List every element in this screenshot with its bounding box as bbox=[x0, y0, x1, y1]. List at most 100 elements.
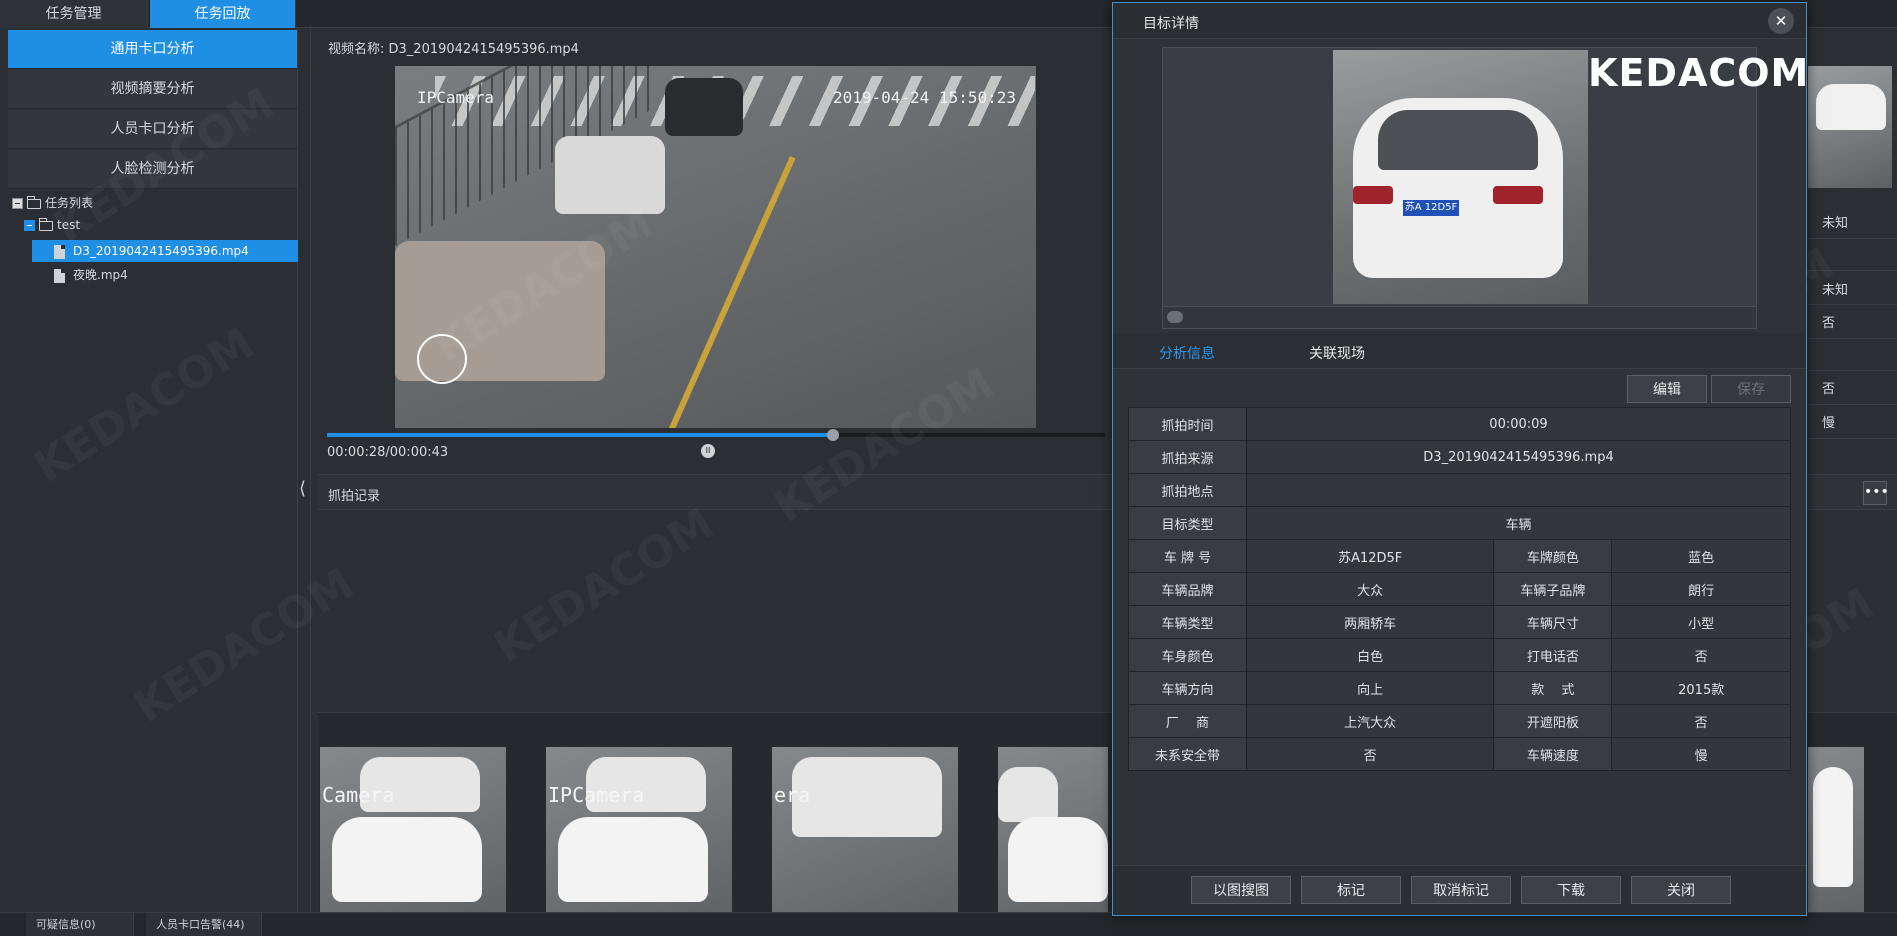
sidebar: 通用卡口分析 视频摘要分析 人员卡口分析 人脸检测分析 任务列表 test D3… bbox=[0, 28, 298, 912]
right-info-column: 未知 未知 否 否 慢 bbox=[1808, 66, 1897, 466]
capture-thumbnail[interactable] bbox=[998, 747, 1108, 933]
dialog-title: 目标详情 bbox=[1143, 16, 1199, 32]
nav-person-checkpoint-analysis[interactable]: 人员卡口分析 bbox=[8, 110, 297, 149]
field-value: 上汽大众 bbox=[1245, 704, 1495, 738]
field-value: 慢 bbox=[1611, 737, 1791, 771]
tab-related-scene[interactable]: 关联现场 bbox=[1309, 343, 1365, 363]
nav-general-checkpoint-analysis[interactable]: 通用卡口分析 bbox=[8, 30, 297, 69]
unmark-button[interactable]: 取消标记 bbox=[1411, 876, 1511, 904]
collapse-icon[interactable] bbox=[12, 198, 23, 209]
image-plate-text: 苏A 12D5F bbox=[1403, 200, 1459, 216]
thumb-camera-label: Camera bbox=[322, 783, 395, 807]
image-toolbar bbox=[1163, 306, 1756, 328]
capture-thumbnail[interactable] bbox=[1808, 747, 1864, 933]
table-row: 目标类型 车辆 bbox=[1128, 506, 1791, 540]
right-value: 否 bbox=[1822, 382, 1836, 397]
capture-thumbnail[interactable]: Camera bbox=[320, 747, 506, 933]
field-label: 车辆类型 bbox=[1128, 605, 1247, 639]
folder-icon bbox=[27, 195, 41, 209]
playback-time: 00:00:28/00:00:43 bbox=[327, 445, 449, 460]
field-value: 00:00:09 bbox=[1246, 407, 1791, 441]
close-icon[interactable]: ✕ bbox=[1768, 8, 1794, 34]
table-row: 抓拍来源 D3_2019042415495396.mp4 bbox=[1128, 440, 1791, 474]
video-title: 视频名称: D3_2019042415495396.mp4 bbox=[328, 42, 579, 57]
field-value: D3_2019042415495396.mp4 bbox=[1246, 440, 1791, 474]
right-value: 否 bbox=[1822, 316, 1836, 331]
file-icon bbox=[54, 244, 65, 259]
edit-button[interactable]: 编辑 bbox=[1627, 375, 1707, 403]
more-options-button[interactable]: ••• bbox=[1863, 481, 1889, 505]
tree-file-label: D3_2019042415495396.mp4 bbox=[73, 244, 249, 258]
field-value: 否 bbox=[1611, 638, 1791, 672]
capture-thumbnail[interactable]: era bbox=[772, 747, 958, 933]
video-frame-car bbox=[555, 136, 665, 214]
field-label: 抓拍时间 bbox=[1128, 407, 1247, 441]
app-root: 任务管理 任务回放 通用卡口分析 视频摘要分析 人员卡口分析 人脸检测分析 任务… bbox=[0, 0, 1897, 936]
tree-root-label: 任务列表 bbox=[45, 196, 94, 210]
field-value: 小型 bbox=[1611, 605, 1791, 639]
capture-record-title: 抓拍记录 bbox=[328, 489, 381, 504]
tab-task-management[interactable]: 任务管理 bbox=[0, 0, 148, 28]
search-by-image-button[interactable]: 以图搜图 bbox=[1191, 876, 1291, 904]
field-label: 车辆速度 bbox=[1493, 737, 1613, 771]
field-value: 苏A12D5F bbox=[1245, 539, 1495, 573]
table-row: 抓拍时间 00:00:09 bbox=[1128, 407, 1791, 441]
sidebar-collapse-handle[interactable]: ⟨ bbox=[299, 28, 311, 912]
tree-file-selected[interactable]: D3_2019042415495396.mp4 bbox=[32, 240, 298, 262]
analysis-info-table: 抓拍时间 00:00:09 抓拍来源 D3_2019042415495396.mp4… bbox=[1128, 407, 1791, 771]
right-value: 慢 bbox=[1822, 416, 1836, 431]
table-row: 车辆方向 向上款 式 2015款 bbox=[1128, 671, 1791, 705]
tree-folder-test[interactable]: test bbox=[24, 214, 80, 236]
field-value: 否 bbox=[1611, 704, 1791, 738]
video-player[interactable]: IPCamera 2019-04-24 15:50:23 bbox=[395, 66, 1036, 428]
close-button[interactable]: 关闭 bbox=[1631, 876, 1731, 904]
camera-timestamp: 2019-04-24 15:50:23 bbox=[832, 88, 1016, 107]
field-value: 大众 bbox=[1245, 572, 1495, 606]
progress-fill bbox=[327, 433, 833, 437]
mark-button[interactable]: 标记 bbox=[1301, 876, 1401, 904]
image-toggle-icon[interactable] bbox=[1167, 311, 1183, 323]
chevron-left-icon[interactable]: ⟨ bbox=[299, 478, 306, 499]
field-label: 车 牌 号 bbox=[1128, 539, 1247, 573]
field-value: 否 bbox=[1245, 737, 1495, 771]
video-frame-car bbox=[665, 78, 743, 136]
field-label: 目标类型 bbox=[1128, 506, 1247, 540]
field-label: 抓拍来源 bbox=[1128, 440, 1247, 474]
field-label: 开遮阳板 bbox=[1493, 704, 1613, 738]
dialog-footer: 以图搜图 标记 取消标记 下载 关闭 bbox=[1113, 865, 1806, 915]
tab-task-playback[interactable]: 任务回放 bbox=[150, 0, 296, 28]
table-row: 车身颜色 白色 打电话否否 bbox=[1128, 638, 1791, 672]
right-value: 未知 bbox=[1822, 216, 1849, 231]
field-value: 蓝色 bbox=[1611, 539, 1791, 573]
nav-face-detection-analysis[interactable]: 人脸检测分析 bbox=[8, 150, 297, 189]
field-label: 车身颜色 bbox=[1128, 638, 1247, 672]
tree-folder-label: test bbox=[57, 218, 81, 232]
table-row: 未系安全带否车辆速度慢 bbox=[1128, 737, 1791, 771]
right-thumbnail[interactable] bbox=[1808, 66, 1892, 188]
download-button[interactable]: 下载 bbox=[1521, 876, 1621, 904]
field-label: 车辆子品牌 bbox=[1493, 572, 1613, 606]
target-vehicle-image: 苏A 12D5F bbox=[1333, 50, 1588, 304]
field-label: 未系安全带 bbox=[1128, 737, 1247, 771]
pause-icon[interactable]: II bbox=[701, 444, 715, 458]
field-value: 向上 bbox=[1245, 671, 1495, 705]
collapse-icon[interactable] bbox=[24, 220, 35, 231]
progress-knob[interactable] bbox=[826, 429, 839, 441]
dialog-header: 目标详情 ✕ bbox=[1113, 3, 1806, 39]
kedacom-logo: KEDACOM bbox=[1588, 51, 1810, 95]
nav-video-summary-analysis[interactable]: 视频摘要分析 bbox=[8, 70, 297, 109]
target-detail-dialog: 目标详情 ✕ 苏A 12D5F KEDACOM 分析信息 关联现场 编辑 保存 … bbox=[1112, 2, 1810, 916]
capture-thumbnail[interactable]: IPCamera bbox=[546, 747, 732, 933]
tab-analysis-info[interactable]: 分析信息 bbox=[1159, 343, 1215, 363]
playback-progress-bar[interactable] bbox=[327, 429, 1105, 441]
table-row: 抓拍地点 bbox=[1128, 473, 1791, 507]
tree-root[interactable]: 任务列表 bbox=[12, 192, 93, 214]
person-alert-tab[interactable]: 人员卡口告警(44) bbox=[146, 913, 262, 936]
save-button[interactable]: 保存 bbox=[1711, 375, 1791, 403]
suspicious-info-tab[interactable]: 可疑信息(0) bbox=[26, 913, 134, 936]
field-label: 车牌颜色 bbox=[1493, 539, 1613, 573]
field-value: 两厢轿车 bbox=[1245, 605, 1495, 639]
tree-file[interactable]: 夜晚.mp4 bbox=[32, 264, 128, 286]
table-row: 厂 商上汽大众 开遮阳板否 bbox=[1128, 704, 1791, 738]
field-label: 抓拍地点 bbox=[1128, 473, 1247, 507]
